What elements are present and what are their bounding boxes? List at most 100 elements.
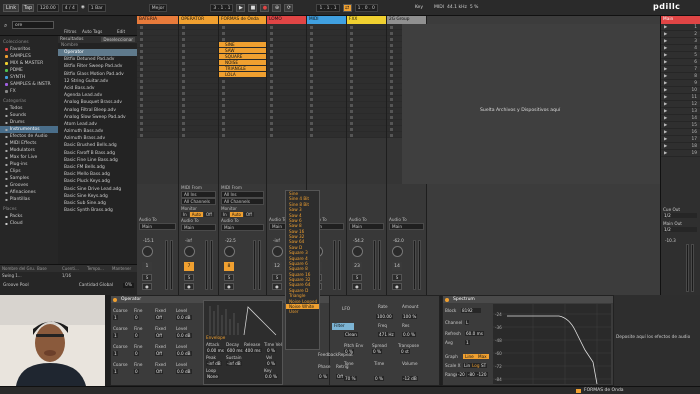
scene-play-icon[interactable]: ▶: [664, 45, 667, 52]
groove-field[interactable]: Mejor: [148, 3, 168, 12]
waveform-option[interactable]: User: [286, 309, 319, 314]
category-item[interactable]: ▪ Drums: [0, 119, 58, 126]
time-value[interactable]: 0 %: [374, 376, 384, 381]
place-item[interactable]: ▪ Packs: [0, 213, 58, 220]
waveform-dropdown[interactable]: Sine Sine 4 Bit Sine 8 Bit Saw 3 Saw 4 Saw 6S…: [285, 190, 320, 350]
clip-stop-icon[interactable]: [390, 31, 393, 35]
avg-value[interactable]: 1: [465, 340, 470, 345]
clip-stop-icon[interactable]: [182, 103, 185, 107]
transpose-value[interactable]: 0 st: [400, 349, 410, 354]
arm-button[interactable]: ●: [142, 283, 152, 290]
collection-item[interactable]: SAMPLES & INSTR: [0, 81, 58, 88]
play-icon[interactable]: ▶: [236, 3, 246, 12]
category-item[interactable]: ▪ Plantillas: [0, 196, 58, 203]
clip-stop-icon[interactable]: [182, 67, 185, 71]
clip-stop-icon[interactable]: [182, 85, 185, 89]
clip-stop-icon[interactable]: [182, 61, 185, 65]
clip-stop-icon[interactable]: [390, 103, 393, 107]
groove-cell[interactable]: Swing 1...: [0, 273, 35, 278]
clip-stop-icon[interactable]: [140, 67, 143, 71]
clip-stop-icon[interactable]: [390, 133, 393, 137]
scene-play-icon[interactable]: ▶: [664, 73, 667, 80]
clip-stop-icon[interactable]: [140, 115, 143, 119]
file-item[interactable]: Bitfix Glass Motion Pad.adv: [58, 71, 137, 78]
release-value[interactable]: 400 ms: [244, 348, 262, 353]
monitor-button[interactable]: Auto: [189, 212, 204, 217]
record-icon[interactable]: ●: [260, 3, 270, 12]
scene-play-icon[interactable]: ▶: [664, 87, 667, 94]
clip-stop-icon[interactable]: [182, 43, 185, 47]
clip-stop-icon[interactable]: [350, 79, 353, 83]
scene-play-icon[interactable]: ▶: [664, 122, 667, 129]
clip-stop-icon[interactable]: [390, 115, 393, 119]
loop-start-field[interactable]: 1 . 1 . 1: [316, 3, 340, 12]
track-volume[interactable]: -15.1: [143, 238, 154, 243]
clip-stop-icon[interactable]: [182, 121, 185, 125]
collection-item[interactable]: MIX & MASTER: [0, 60, 58, 67]
clip-stop-icon[interactable]: [390, 25, 393, 29]
clip-stop-icon[interactable]: [390, 79, 393, 83]
place-item[interactable]: ▪ Cloud: [0, 220, 58, 227]
clip-stop-icon[interactable]: [270, 25, 273, 29]
empty-clip-slot[interactable]: [347, 132, 386, 138]
clip-stop-icon[interactable]: [270, 49, 273, 53]
track-header[interactable]: FXX: [347, 16, 386, 24]
clip-stop-icon[interactable]: [350, 67, 353, 71]
osc-param-value[interactable]: Off: [155, 333, 164, 338]
res-value[interactable]: 0.0 %: [402, 332, 416, 337]
audio-to-select[interactable]: Main: [139, 223, 176, 230]
clip-stop-icon[interactable]: [182, 109, 185, 113]
solo-button[interactable]: S: [184, 274, 194, 281]
filters-button[interactable]: Filtros: [64, 29, 76, 34]
osc-param-value[interactable]: 1: [113, 315, 118, 320]
signature-field[interactable]: 4 / 4: [61, 3, 78, 12]
clip-stop-icon[interactable]: [310, 109, 313, 113]
main-out-value[interactable]: 1/2: [663, 227, 697, 232]
clip-stop-icon[interactable]: [390, 73, 393, 77]
clip-stop-icon[interactable]: [390, 91, 393, 95]
monitor-button[interactable]: Off: [244, 212, 254, 217]
clip-stop-icon[interactable]: [270, 115, 273, 119]
audio-to-select[interactable]: Main: [349, 223, 384, 230]
channel-select[interactable]: All Channels: [221, 198, 264, 205]
scene-launch[interactable]: ▶ 15: [661, 122, 700, 129]
clip-stop-icon[interactable]: [270, 109, 273, 113]
scene-launch[interactable]: ▶ 13: [661, 108, 700, 115]
global-amount-value[interactable]: 0%: [123, 282, 134, 288]
osc-param-value[interactable]: 0: [134, 333, 139, 338]
scene-play-icon[interactable]: ▶: [664, 52, 667, 59]
clip-stop-icon[interactable]: [140, 103, 143, 107]
clip-stop-icon[interactable]: [350, 91, 353, 95]
arm-button[interactable]: ●: [392, 283, 402, 290]
track-header[interactable]: BATERIA: [137, 16, 178, 24]
empty-clip-slot[interactable]: [179, 132, 218, 138]
track-volume[interactable]: -62.0: [393, 238, 404, 243]
scene-launch[interactable]: ▶ 2: [661, 31, 700, 38]
scale-st[interactable]: ST: [480, 363, 488, 368]
clip-stop-icon[interactable]: [390, 61, 393, 65]
lfo-rate-value[interactable]: 100.00: [376, 314, 393, 319]
quantize-field[interactable]: 1 Bar: [87, 3, 106, 12]
device-power-icon[interactable]: [113, 297, 117, 302]
clip-stop-icon[interactable]: [140, 37, 143, 41]
pan-knob[interactable]: [142, 246, 153, 257]
clip-stop-icon[interactable]: [350, 127, 353, 131]
clip-stop-icon[interactable]: [390, 37, 393, 41]
solo-button[interactable]: S: [142, 274, 152, 281]
metronome-icon[interactable]: ◉: [81, 5, 85, 10]
track-header[interactable]: 2G Group: [387, 16, 426, 24]
clip-stop-icon[interactable]: [310, 85, 313, 89]
scene-play-icon[interactable]: ▶: [664, 24, 667, 31]
file-item[interactable]: Basic Fine Line Bass.adg: [58, 157, 137, 164]
osc-param-value[interactable]: Off: [155, 315, 164, 320]
file-item[interactable]: Basic Mello Bass.adg: [58, 171, 137, 178]
clip-stop-icon[interactable]: [182, 97, 185, 101]
clip-stop-icon[interactable]: [350, 103, 353, 107]
scene-play-icon[interactable]: ▶: [664, 129, 667, 136]
clip-stop-icon[interactable]: [270, 55, 273, 59]
track-volume[interactable]: -inf: [273, 238, 280, 243]
empty-clip-slot[interactable]: [307, 132, 346, 138]
clip-stop-icon[interactable]: [390, 121, 393, 125]
autotag-button[interactable]: Auto Tags: [82, 29, 102, 34]
category-item[interactable]: ▪ Todos: [0, 105, 58, 112]
